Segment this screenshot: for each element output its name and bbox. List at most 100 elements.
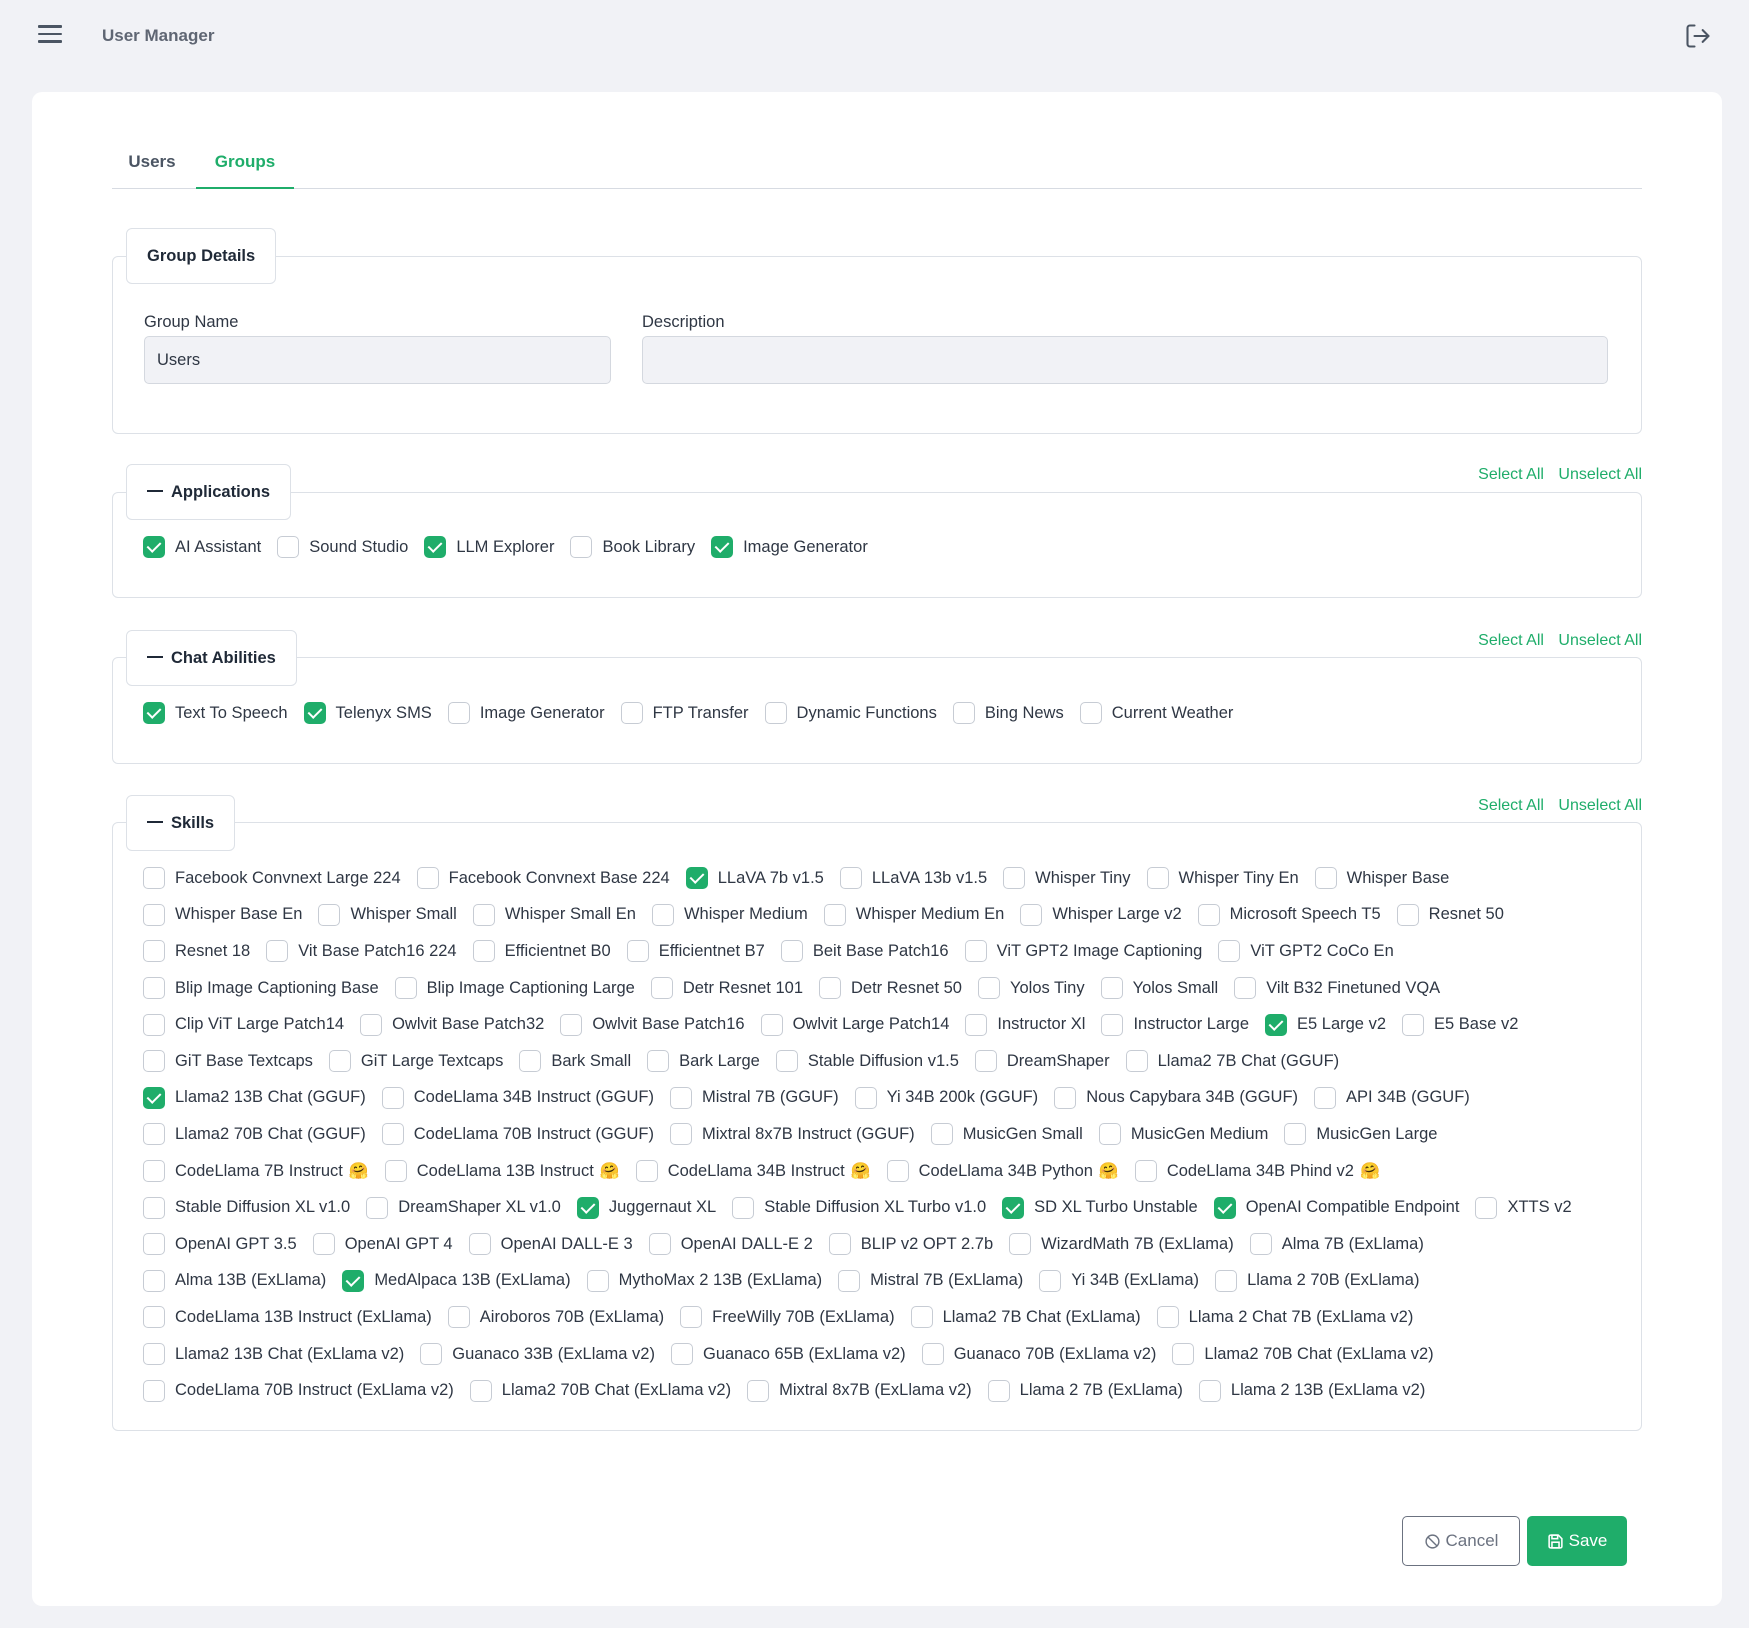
- checkbox-item-codellama-7b-instruct[interactable]: CodeLlama 7B Instruct 🤗: [143, 1160, 369, 1183]
- checkbox-item-xtts-v2[interactable]: XTTS v2: [1475, 1196, 1572, 1219]
- checkbox-unchecked[interactable]: [964, 940, 987, 963]
- checkbox-item-openai-gpt-4[interactable]: OpenAI GPT 4: [312, 1233, 453, 1256]
- checkbox-item-dreamshaper[interactable]: DreamShaper: [974, 1050, 1110, 1073]
- checkbox-item-llama2-7b-chat-gguf[interactable]: Llama2 7B Chat (GGUF): [1125, 1050, 1339, 1073]
- checkbox-item-codellama-70b-instruct-gguf[interactable]: CodeLlama 70B Instruct (GGUF): [381, 1123, 654, 1146]
- checkbox-unchecked[interactable]: [1134, 1160, 1157, 1183]
- checkbox-item-api-34b-gguf[interactable]: API 34B (GGUF): [1314, 1086, 1470, 1109]
- checkbox-item-airoboros-70b-exllama[interactable]: Airoboros 70B (ExLlama): [447, 1306, 664, 1329]
- checkbox-unchecked[interactable]: [1009, 1233, 1032, 1256]
- checkbox-item-llama2-13b-chat-gguf[interactable]: Llama2 13B Chat (GGUF): [143, 1086, 366, 1109]
- checkbox-checked[interactable]: [143, 702, 165, 725]
- checkbox-unchecked[interactable]: [680, 1306, 703, 1329]
- checkbox-item-llama-2-13b-exllama-v2[interactable]: Llama 2 13B (ExLlama v2): [1198, 1379, 1425, 1402]
- checkbox-item-blip-v2-opt-2-7b[interactable]: BLIP v2 OPT 2.7b: [828, 1233, 993, 1256]
- checkbox-item-whisper-medium-en[interactable]: Whisper Medium En: [823, 903, 1004, 926]
- checkbox-item-image-generator[interactable]: Image Generator: [447, 702, 605, 725]
- checkbox-item-whisper-large-v2[interactable]: Whisper Large v2: [1020, 903, 1182, 926]
- checkbox-checked[interactable]: [685, 867, 708, 890]
- checkbox-item-llama-2-chat-7b-exllama-v2[interactable]: Llama 2 Chat 7B (ExLlama v2): [1156, 1306, 1413, 1329]
- checkbox-unchecked[interactable]: [647, 1050, 670, 1073]
- checkbox-item-openai-dall-e-3[interactable]: OpenAI DALL-E 3: [468, 1233, 633, 1256]
- checkbox-item-dreamshaper-xl-v1-0[interactable]: DreamShaper XL v1.0: [366, 1196, 561, 1219]
- checkbox-unchecked[interactable]: [886, 1160, 909, 1183]
- checkbox-checked[interactable]: [342, 1269, 365, 1292]
- checkbox-item-musicgen-large[interactable]: MusicGen Large: [1284, 1123, 1437, 1146]
- skills-select-all[interactable]: Select All: [1478, 797, 1544, 814]
- checkbox-item-openai-dall-e-2[interactable]: OpenAI DALL-E 2: [648, 1233, 813, 1256]
- hamburger-menu-icon[interactable]: [38, 25, 62, 45]
- checkbox-item-alma-13b-exllama[interactable]: Alma 13B (ExLlama): [143, 1269, 326, 1292]
- checkbox-item-vit-base-patch16-224[interactable]: Vit Base Patch16 224: [266, 940, 457, 963]
- checkbox-item-clip-vit-large-patch14[interactable]: Clip ViT Large Patch14: [143, 1013, 344, 1036]
- checkbox-item-stable-diffusion-xl-turbo-v1-0[interactable]: Stable Diffusion XL Turbo v1.0: [732, 1196, 986, 1219]
- checkbox-unchecked[interactable]: [669, 1086, 692, 1109]
- checkbox-unchecked[interactable]: [648, 1233, 671, 1256]
- checkbox-unchecked[interactable]: [910, 1306, 933, 1329]
- checkbox-unchecked[interactable]: [143, 867, 165, 890]
- description-input[interactable]: [642, 336, 1608, 384]
- checkbox-unchecked[interactable]: [1402, 1013, 1424, 1036]
- checkbox-item-vit-gpt2-coco-en[interactable]: ViT GPT2 CoCo En: [1218, 940, 1394, 963]
- checkbox-item-alma-7b-exllama[interactable]: Alma 7B (ExLlama): [1249, 1233, 1424, 1256]
- logout-icon[interactable]: [1684, 22, 1712, 50]
- checkbox-unchecked[interactable]: [143, 1343, 165, 1366]
- checkbox-unchecked[interactable]: [780, 940, 803, 963]
- checkbox-item-whisper-medium[interactable]: Whisper Medium: [651, 903, 808, 926]
- checkbox-unchecked[interactable]: [1475, 1196, 1498, 1219]
- checkbox-unchecked[interactable]: [1101, 1013, 1124, 1036]
- chat-abilities-unselect-all[interactable]: Unselect All: [1558, 632, 1642, 649]
- checkbox-unchecked[interactable]: [143, 1160, 165, 1183]
- checkbox-unchecked[interactable]: [384, 1160, 407, 1183]
- checkbox-item-git-base-textcaps[interactable]: GiT Base Textcaps: [143, 1050, 313, 1073]
- checkbox-unchecked[interactable]: [974, 1050, 997, 1073]
- checkbox-item-llama-2-7b-exllama[interactable]: Llama 2 7B (ExLlama): [987, 1379, 1183, 1402]
- checkbox-item-yi-34b-exllama[interactable]: Yi 34B (ExLlama): [1039, 1269, 1199, 1292]
- checkbox-unchecked[interactable]: [394, 977, 417, 1000]
- checkbox-unchecked[interactable]: [586, 1269, 609, 1292]
- checkbox-item-whisper-base[interactable]: Whisper Base: [1314, 867, 1449, 890]
- group-name-input[interactable]: [144, 336, 611, 384]
- checkbox-item-owlvit-base-patch32[interactable]: Owlvit Base Patch32: [360, 1013, 544, 1036]
- checkbox-unchecked[interactable]: [930, 1123, 953, 1146]
- checkbox-unchecked[interactable]: [143, 1379, 165, 1402]
- checkbox-checked[interactable]: [1265, 1013, 1288, 1036]
- checkbox-item-text-to-speech[interactable]: Text To Speech: [143, 702, 288, 725]
- checkbox-unchecked[interactable]: [1156, 1306, 1179, 1329]
- checkbox-unchecked[interactable]: [669, 1123, 692, 1146]
- checkbox-unchecked[interactable]: [760, 1013, 783, 1036]
- checkbox-item-freewilly-70b-exllama[interactable]: FreeWilly 70B (ExLlama): [680, 1306, 895, 1329]
- checkbox-item-whisper-tiny-en[interactable]: Whisper Tiny En: [1146, 867, 1299, 890]
- checkbox-unchecked[interactable]: [143, 1233, 165, 1256]
- checkbox-unchecked[interactable]: [447, 702, 470, 725]
- checkbox-item-guanaco-70b-exllama-v2[interactable]: Guanaco 70B (ExLlama v2): [921, 1343, 1156, 1366]
- checkbox-item-detr-resnet-50[interactable]: Detr Resnet 50: [819, 977, 962, 1000]
- checkbox-item-codellama-34b-phind-v2[interactable]: CodeLlama 34B Phind v2 🤗: [1134, 1160, 1380, 1183]
- checkbox-unchecked[interactable]: [143, 940, 165, 963]
- checkbox-item-telenyx-sms[interactable]: Telenyx SMS: [303, 702, 432, 725]
- checkbox-unchecked[interactable]: [360, 1013, 383, 1036]
- checkbox-unchecked[interactable]: [469, 1379, 492, 1402]
- checkbox-unchecked[interactable]: [670, 1343, 693, 1366]
- checkbox-item-e5-base-v2[interactable]: E5 Base v2: [1402, 1013, 1518, 1036]
- checkbox-checked[interactable]: [576, 1196, 599, 1219]
- checkbox-unchecked[interactable]: [987, 1379, 1010, 1402]
- checkbox-unchecked[interactable]: [1172, 1343, 1195, 1366]
- checkbox-unchecked[interactable]: [143, 1196, 165, 1219]
- checkbox-item-yolos-small[interactable]: Yolos Small: [1100, 977, 1218, 1000]
- checkbox-item-facebook-convnext-large-224[interactable]: Facebook Convnext Large 224: [143, 867, 401, 890]
- checkbox-unchecked[interactable]: [952, 702, 975, 725]
- checkbox-item-juggernaut-xl[interactable]: Juggernaut XL: [576, 1196, 716, 1219]
- checkbox-checked[interactable]: [1213, 1196, 1236, 1219]
- checkbox-unchecked[interactable]: [854, 1086, 877, 1109]
- checkbox-unchecked[interactable]: [266, 940, 289, 963]
- checkbox-unchecked[interactable]: [447, 1306, 470, 1329]
- checkbox-unchecked[interactable]: [560, 1013, 583, 1036]
- checkbox-unchecked[interactable]: [977, 977, 1000, 1000]
- checkbox-item-ai-assistant[interactable]: AI Assistant: [143, 536, 261, 559]
- checkbox-unchecked[interactable]: [472, 940, 495, 963]
- checkbox-unchecked[interactable]: [1100, 977, 1123, 1000]
- checkbox-item-musicgen-medium[interactable]: MusicGen Medium: [1098, 1123, 1268, 1146]
- checkbox-item-codellama-13b-instruct-exllama[interactable]: CodeLlama 13B Instruct (ExLlama): [143, 1306, 432, 1329]
- checkbox-unchecked[interactable]: [747, 1379, 770, 1402]
